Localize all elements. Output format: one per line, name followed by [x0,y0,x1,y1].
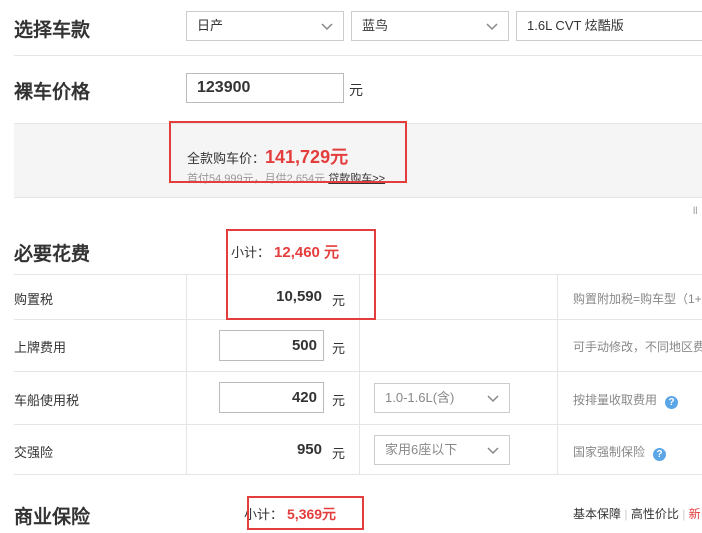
license-fee-note: 可手动修改，不同地区费 [573,340,702,354]
plan-new[interactable]: 新 [689,507,701,521]
chevron-down-icon [487,447,499,455]
purchase-tax-label: 购置税 [14,292,54,307]
vehicle-tax-note-text: 按排量收取费用 [573,393,658,407]
compulsory-insurance-note: 国家强制保险? [573,443,667,461]
seat-type-select[interactable]: 家用6座以下 [374,435,510,465]
chevron-down-icon [321,23,333,31]
chevron-down-icon [486,23,498,31]
bare-price-unit: 元 [349,82,363,98]
divider [14,424,702,425]
brand-select[interactable]: 日产 [186,11,344,41]
displacement-select-value: 1.0-1.6L(含) [385,390,455,405]
compulsory-insurance-label: 交强险 [14,445,54,460]
divider [14,371,702,372]
select-car-title: 选择车款 [14,20,91,41]
plan-separator: | [624,507,628,521]
divider [14,55,702,56]
divider [14,474,702,475]
model-select[interactable]: 1.6L CVT 炫酷版 [516,11,702,41]
license-fee-input[interactable]: 500 [219,330,324,361]
compulsory-insurance-unit: 元 [332,446,346,461]
question-circle-icon[interactable]: ? [653,448,667,461]
bare-price-title: 裸车价格 [14,82,91,103]
plan-separator: | [682,507,686,521]
divider [186,274,187,474]
license-fee-unit: 元 [332,341,346,356]
plan-basic[interactable]: 基本保障 [573,507,621,521]
chevron-down-icon [487,395,499,403]
edge-mark: ll [693,206,698,217]
series-select-value: 蓝鸟 [362,18,389,33]
compulsory-insurance-note-text: 国家强制保险 [573,445,646,459]
highlight-frame [226,229,376,320]
insurance-plan-tabs: 基本保障 | 高性价比 | 新 [573,505,701,522]
question-circle-icon[interactable]: ? [665,396,679,409]
bare-price-input[interactable]: 123900 [186,73,344,103]
highlight-frame [169,121,407,183]
displacement-select[interactable]: 1.0-1.6L(含) [374,383,510,413]
plan-value[interactable]: 高性价比 [631,507,679,521]
license-fee-label: 上牌费用 [14,340,67,355]
compulsory-insurance-value: 950 [296,441,322,458]
vehicle-tax-note: 按排量收取费用? [573,391,679,409]
vehicle-tax-input[interactable]: 420 [219,382,324,413]
vehicle-tax-unit: 元 [332,393,346,408]
highlight-frame [247,496,364,530]
divider [557,274,558,474]
model-select-value: 1.6L CVT 炫酷版 [527,18,624,33]
required-fees-title: 必要花费 [14,244,91,265]
seat-type-select-value: 家用6座以下 [385,442,458,457]
commercial-insurance-title: 商业保险 [14,507,91,528]
vehicle-tax-label: 车船使用税 [14,393,80,408]
series-select[interactable]: 蓝鸟 [351,11,509,41]
purchase-tax-note: 购置附加税=购车型（1+ [573,292,702,306]
brand-select-value: 日产 [197,18,224,33]
